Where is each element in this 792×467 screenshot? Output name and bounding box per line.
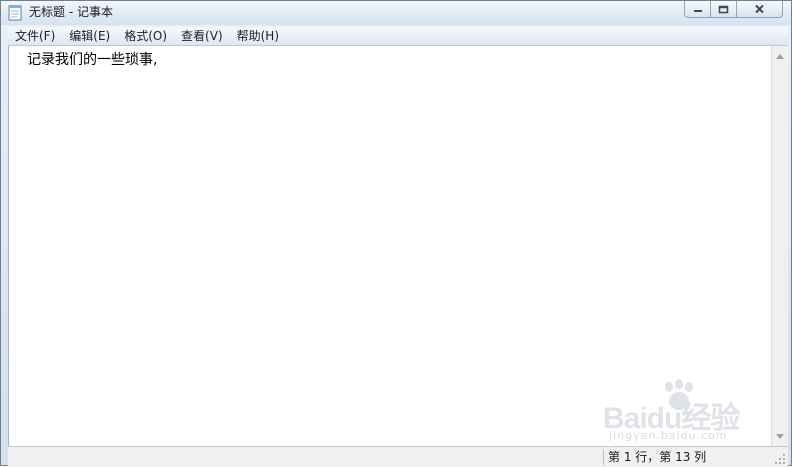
menu-view[interactable]: 查看(V): [174, 27, 230, 45]
status-bar: 第 1 行，第 13 列: [8, 446, 788, 467]
resize-grip-icon[interactable]: [774, 453, 786, 465]
menu-file[interactable]: 文件(F): [8, 27, 62, 45]
title-bar[interactable]: 无标题 - 记事本: [1, 1, 791, 25]
maximize-button[interactable]: [711, 1, 737, 18]
close-icon: [755, 4, 764, 14]
window-title: 无标题 - 记事本: [29, 5, 113, 19]
arrow-up-icon: [776, 53, 784, 59]
vertical-scrollbar[interactable]: [771, 46, 788, 446]
maximize-icon: [718, 5, 729, 13]
watermark-url: jingyan.baidu.com: [609, 429, 728, 442]
editor-content[interactable]: 记录我们的一些琐事,: [27, 50, 157, 70]
baidu-watermark: Baidu经验 jingyan.baidu.com: [603, 379, 763, 449]
arrow-down-icon: [776, 433, 784, 439]
menu-bar: 文件(F) 编辑(E) 格式(O) 查看(V) 帮助(H): [8, 27, 788, 46]
notepad-icon: [8, 5, 22, 21]
caption-buttons: [684, 1, 783, 19]
scroll-down-button[interactable]: [772, 428, 788, 444]
status-divider: [603, 449, 604, 465]
minimize-button[interactable]: [684, 1, 711, 18]
cursor-position: 第 1 行，第 13 列: [608, 450, 707, 464]
menu-format[interactable]: 格式(O): [117, 27, 174, 45]
minimize-icon: [693, 10, 702, 12]
close-button[interactable]: [737, 1, 783, 18]
menu-edit[interactable]: 编辑(E): [62, 27, 117, 45]
menu-help[interactable]: 帮助(H): [230, 27, 286, 45]
notepad-window: 无标题 - 记事本 文件(F) 编辑(E) 格式(O) 查看(V) 帮助(H) …: [0, 0, 792, 467]
scroll-up-button[interactable]: [772, 48, 788, 64]
